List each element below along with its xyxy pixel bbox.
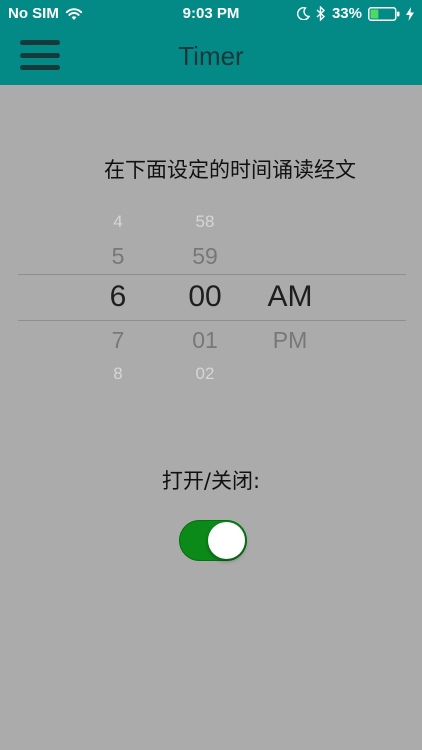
time-picker[interactable]: 4 5 6 7 8 58 59 00 01 02 AM PM — [0, 200, 422, 390]
on-off-toggle[interactable] — [179, 520, 247, 561]
bluetooth-icon — [316, 6, 325, 21]
hour-option[interactable]: 8 — [88, 364, 148, 384]
period-option-selected[interactable]: AM — [250, 280, 330, 314]
hour-option-selected[interactable]: 6 — [88, 280, 148, 314]
minute-option[interactable]: 01 — [170, 327, 240, 354]
status-right: 33% — [296, 5, 414, 22]
minute-option[interactable]: 02 — [170, 364, 240, 384]
hour-wheel[interactable]: 4 5 6 7 8 — [88, 200, 148, 390]
page-title: Timer — [178, 41, 244, 71]
battery-icon — [368, 6, 400, 21]
hour-option[interactable]: 7 — [88, 327, 148, 354]
toggle-knob[interactable] — [208, 522, 245, 559]
instruction-text: 在下面设定的时间诵读经文 — [104, 158, 356, 182]
status-bar: No SIM 9:03 PM 33% — [0, 0, 422, 28]
hour-option[interactable]: 4 — [88, 212, 148, 232]
nav-bar: Timer — [0, 28, 422, 85]
toggle-label: 打开/关闭: — [161, 469, 261, 493]
minute-option[interactable]: 58 — [170, 212, 240, 232]
moon-icon — [296, 7, 310, 20]
period-wheel[interactable]: AM PM — [250, 200, 330, 390]
minute-option-selected[interactable]: 00 — [170, 280, 240, 314]
hour-option[interactable]: 5 — [88, 243, 148, 270]
battery-percent: 33% — [331, 5, 362, 22]
minute-wheel[interactable]: 58 59 00 01 02 — [170, 200, 240, 390]
minute-option[interactable]: 59 — [170, 243, 240, 270]
charging-icon — [406, 6, 414, 21]
period-option[interactable]: PM — [250, 327, 330, 354]
